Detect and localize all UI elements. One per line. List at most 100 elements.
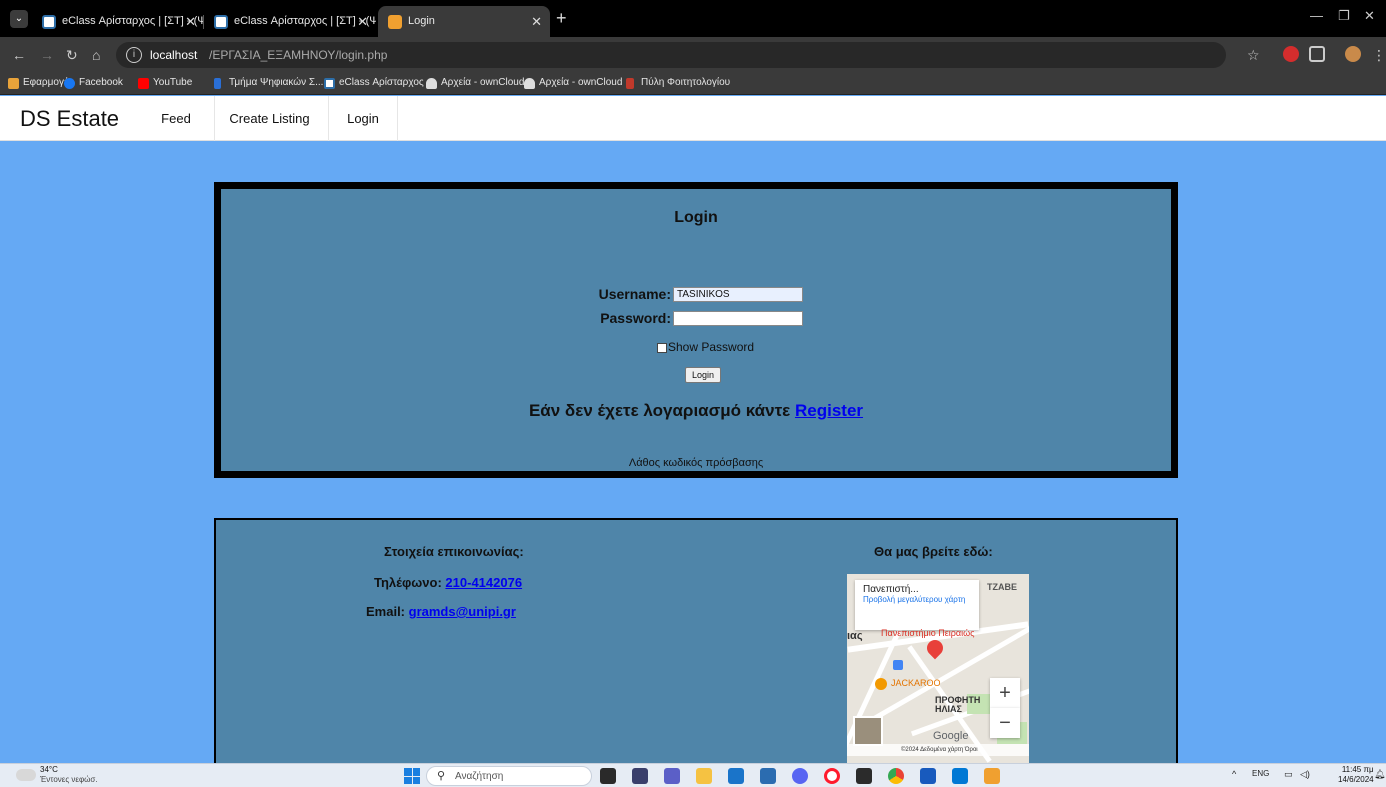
- login-button[interactable]: Login: [685, 367, 722, 383]
- password-input[interactable]: [673, 311, 803, 326]
- back-arrow-icon[interactable]: ←: [12, 46, 26, 64]
- username-input[interactable]: [673, 287, 803, 302]
- word-icon[interactable]: [920, 768, 936, 784]
- map-label-university: Πανεπιστήμιο Πειραιώς: [881, 628, 975, 638]
- profile-avatar-icon[interactable]: [1345, 46, 1361, 62]
- taskbar-search[interactable]: ⚲ Αναζήτηση: [426, 766, 592, 786]
- teams-icon[interactable]: [664, 768, 680, 784]
- browser-menu-icon[interactable]: ⋮: [1372, 46, 1386, 64]
- home-icon[interactable]: ⌂: [92, 46, 100, 64]
- close-window-icon[interactable]: ✕: [1364, 8, 1375, 24]
- bookmark-eclass[interactable]: eClass Αρίσταρχος: [324, 77, 424, 89]
- bookmark-owncloud-1[interactable]: Αρχεία - ownCloud: [426, 77, 524, 89]
- tab-login[interactable]: Login ✕: [378, 6, 550, 37]
- map-place-title: Πανεπιστή...: [863, 584, 919, 595]
- extensions-puzzle-icon[interactable]: [1309, 46, 1325, 62]
- url-path: /ΕΡΓΑΣΙΑ_ΕΞΑΜΗΝΟΥ/login.php: [209, 48, 388, 62]
- widgets-icon[interactable]: [632, 768, 648, 784]
- error-message: Λάθος κωδικός πρόσβασης: [628, 457, 764, 469]
- nav-login[interactable]: Login: [328, 96, 398, 141]
- show-password-label: Show Password: [668, 340, 755, 354]
- owncloud-icon: [426, 78, 437, 89]
- notification-bell-icon[interactable]: 🔔︎: [1374, 769, 1385, 780]
- contact-heading: Στοιχεία επικοινωνίας:: [384, 544, 524, 559]
- nav-feed[interactable]: Feed: [146, 96, 206, 141]
- map-label-poi: JACKAROO: [891, 678, 941, 688]
- weather-cloud-icon[interactable]: [16, 769, 36, 781]
- apps-grid-icon: [8, 78, 19, 89]
- network-icon[interactable]: ▭: [1284, 769, 1293, 780]
- xampp-icon[interactable]: [984, 768, 1000, 784]
- url-field[interactable]: i localhost /ΕΡΓΑΣΙΑ_ΕΞΑΜΗΝΟΥ/login.php: [116, 42, 1226, 68]
- show-password-checkbox[interactable]: [657, 343, 667, 353]
- app-icon[interactable]: [856, 768, 872, 784]
- restore-icon[interactable]: ❐: [1338, 8, 1350, 24]
- view-larger-map-link[interactable]: Προβολή μεγαλύτερου χάρτη: [863, 595, 971, 605]
- task-view-icon[interactable]: [600, 768, 616, 784]
- nav-create-listing[interactable]: Create Listing: [214, 96, 324, 141]
- store-icon[interactable]: [760, 768, 776, 784]
- zoom-out-button[interactable]: −: [990, 708, 1020, 738]
- close-tab-icon[interactable]: ✕: [185, 6, 196, 37]
- language-indicator[interactable]: ENG: [1252, 769, 1269, 778]
- map-copyright: ©2024 Δεδομένα χάρτη Όροι: [847, 744, 1029, 756]
- forward-arrow-icon[interactable]: →: [40, 46, 54, 64]
- weather-description: Έντονες νεφώσ.: [40, 775, 98, 784]
- site-brand[interactable]: DS Estate: [20, 106, 119, 132]
- volume-icon[interactable]: ◁): [1300, 769, 1310, 780]
- discord-icon[interactable]: [792, 768, 808, 784]
- tab-eclass-2[interactable]: eClass Αρίσταρχος | [ΣΤ] - (Ψ ✕: [204, 6, 376, 37]
- map-info-card: Πανεπιστή... Προβολή μεγαλύτερου χάρτη: [855, 580, 979, 630]
- bookmark-owncloud-2[interactable]: Αρχεία - ownCloud: [524, 77, 622, 89]
- map-poi-icon: [893, 660, 903, 670]
- phone-row: Τηλέφωνο: 210-4142076: [374, 575, 523, 590]
- owncloud-icon: [524, 78, 535, 89]
- bookmark-portal[interactable]: Πύλη Φοιτητολογίου: [626, 77, 730, 89]
- email-row: Email: gramds@unipi.gr: [366, 604, 516, 619]
- login-favicon-icon: [388, 15, 402, 29]
- eclass-favicon-icon: [42, 15, 56, 29]
- password-label: Password:: [600, 310, 671, 326]
- tab-search-icon[interactable]: ⌄: [10, 10, 28, 28]
- reload-icon[interactable]: ↻: [66, 46, 78, 64]
- bookmark-youtube[interactable]: YouTube: [138, 77, 192, 89]
- restaurant-icon: [875, 678, 887, 690]
- taskbar-clock[interactable]: 11:45 πμ 14/6/2024: [1338, 765, 1374, 785]
- tray-chevron-icon[interactable]: ^: [1232, 769, 1236, 779]
- email-link[interactable]: gramds@unipi.gr: [409, 604, 516, 619]
- close-tab-icon[interactable]: ✕: [531, 6, 542, 37]
- tab-title: Login: [408, 15, 435, 27]
- site-navbar: DS Estate Feed Create Listing Login: [0, 96, 1386, 141]
- bookmarks-bar: Εφαρμογές Facebook YouTube Τμήμα Ψηφιακώ…: [0, 73, 1386, 95]
- bookmark-facebook[interactable]: Facebook: [64, 77, 123, 89]
- vscode-icon[interactable]: [952, 768, 968, 784]
- mail-icon[interactable]: [728, 768, 744, 784]
- chrome-icon[interactable]: [888, 768, 904, 784]
- extension-icon[interactable]: [1283, 46, 1299, 62]
- windows-start-icon[interactable]: [404, 768, 420, 784]
- eclass-icon: [324, 78, 335, 89]
- bookmark-department[interactable]: Τμήμα Ψηφιακών Σ...: [214, 77, 323, 89]
- opera-icon[interactable]: [824, 768, 840, 784]
- bookmark-star-icon[interactable]: ☆: [1247, 46, 1260, 64]
- map-satellite-toggle[interactable]: [853, 716, 883, 746]
- temperature: 34°C: [40, 765, 58, 774]
- search-placeholder: Αναζήτηση: [455, 771, 504, 782]
- embedded-map[interactable]: Πανεπιστή... Προβολή μεγαλύτερου χάρτη Τ…: [847, 574, 1029, 765]
- site-info-icon[interactable]: i: [126, 47, 142, 63]
- taskbar: 34°C Έντονες νεφώσ. ⚲ Αναζήτηση ^ ENG ▭ …: [0, 763, 1386, 787]
- register-link[interactable]: Register: [795, 401, 863, 420]
- new-tab-icon[interactable]: +: [556, 9, 567, 27]
- minimize-icon[interactable]: —: [1310, 8, 1323, 23]
- phone-link[interactable]: 210-4142076: [445, 575, 522, 590]
- google-logo: Google: [933, 730, 969, 742]
- file-explorer-icon[interactable]: [696, 768, 712, 784]
- zoom-in-button[interactable]: +: [990, 678, 1020, 708]
- tab-eclass-1[interactable]: eClass Αρίσταρχος | [ΣΤ] - (Ψ ✕: [32, 6, 204, 37]
- department-icon: [214, 78, 221, 89]
- tab-title: eClass Αρίσταρχος | [ΣΤ] - (Ψ: [234, 15, 376, 27]
- close-tab-icon[interactable]: ✕: [357, 6, 368, 37]
- eclass-favicon-icon: [214, 15, 228, 29]
- facebook-icon: [64, 78, 75, 89]
- portal-icon: [626, 78, 634, 89]
